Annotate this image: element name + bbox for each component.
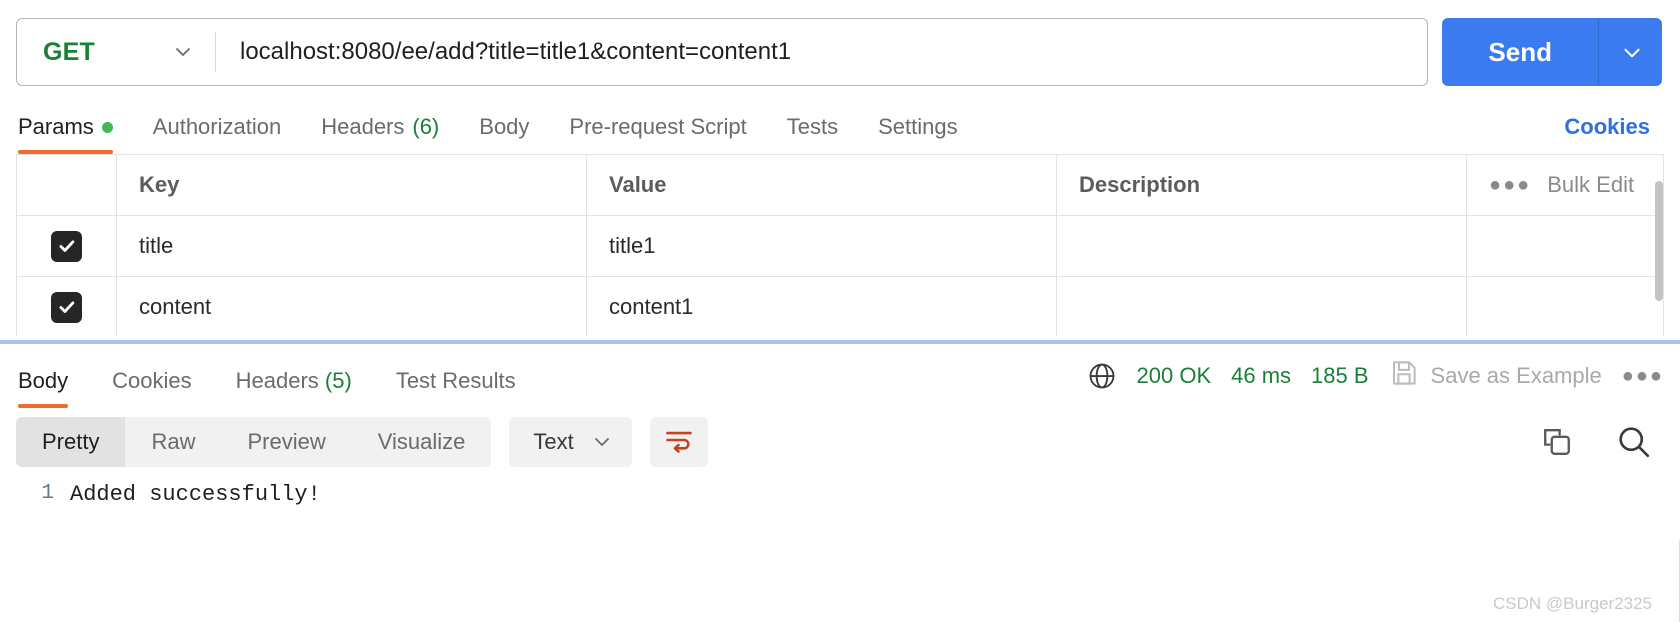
response-body-viewer: 1 Added successfully! — [0, 470, 1680, 507]
viewer-actions — [1540, 424, 1664, 460]
row-description-cell[interactable] — [1057, 216, 1467, 276]
response-format-selector[interactable]: Text — [509, 417, 632, 467]
tab-tests[interactable]: Tests — [767, 114, 858, 154]
cookies-link[interactable]: Cookies — [1564, 114, 1664, 154]
response-more-options-icon[interactable]: ●●● — [1622, 366, 1664, 386]
tab-headers[interactable]: Headers (6) — [301, 114, 459, 154]
params-table: Key Value Description ●●● Bulk Edit titl… — [16, 154, 1664, 336]
row-key-cell[interactable]: title — [117, 216, 587, 276]
tab-label: Test Results — [395, 368, 516, 393]
request-tabs: Params Authorization Headers (6) Body Pr… — [0, 92, 1680, 154]
column-header-description: Description — [1079, 172, 1201, 197]
response-time: 46 ms — [1231, 363, 1292, 388]
tab-label: Settings — [878, 114, 958, 139]
view-mode-visualize[interactable]: Visualize — [352, 417, 492, 467]
tab-label: Body — [479, 114, 530, 139]
save-as-example-button[interactable]: Save as Example — [1389, 358, 1602, 394]
tab-body[interactable]: Body — [459, 114, 549, 154]
http-method-selector[interactable]: GET — [17, 19, 215, 85]
row-value-value: content1 — [609, 294, 694, 319]
row-actions-cell — [1467, 277, 1663, 336]
response-body-text: Added successfully! — [70, 482, 321, 507]
view-mode-preview[interactable]: Preview — [221, 417, 351, 467]
tab-label: Params — [18, 114, 94, 139]
header-cell-checkbox — [17, 155, 117, 215]
chevron-down-icon — [173, 42, 193, 62]
row-value-cell[interactable]: content1 — [587, 277, 1057, 336]
params-table-scrollbar[interactable] — [1655, 181, 1663, 301]
request-url-bar: GET localhost:8080/ee/add?title=title1&c… — [0, 0, 1680, 92]
send-button[interactable]: Send — [1442, 18, 1598, 86]
url-input[interactable]: localhost:8080/ee/add?title=title1&conte… — [216, 38, 1427, 66]
tab-authorization[interactable]: Authorization — [133, 114, 301, 154]
row-key-value: content — [139, 294, 212, 319]
response-status-bar: 200 OK 46 ms 185 B Save as Example ●●● — [1087, 358, 1664, 408]
chevron-down-icon — [592, 432, 612, 452]
row-key-cell[interactable]: content — [117, 277, 587, 336]
column-header-key: Key — [139, 172, 180, 197]
copy-icon[interactable] — [1540, 425, 1574, 459]
word-wrap-toggle-button[interactable] — [649, 417, 708, 467]
tab-label: Body — [18, 368, 69, 393]
response-tab-body[interactable]: Body — [16, 368, 90, 408]
tab-label: Pre-request Script — [569, 114, 747, 139]
globe-icon[interactable] — [1087, 361, 1117, 391]
table-row: title title1 — [17, 216, 1663, 277]
search-icon[interactable] — [1616, 424, 1652, 460]
watermark: CSDN @Burger2325 — [1493, 594, 1652, 613]
tab-settings[interactable]: Settings — [858, 114, 978, 154]
tab-label: Authorization — [152, 114, 282, 139]
send-button-group: Send — [1442, 18, 1662, 86]
chevron-down-icon — [1621, 42, 1641, 62]
view-mode-pretty[interactable]: Pretty — [16, 417, 126, 467]
params-modified-dot-icon — [101, 121, 113, 133]
response-format-label: Text — [533, 429, 574, 454]
tab-params[interactable]: Params — [16, 114, 133, 154]
response-size: 185 B — [1311, 363, 1369, 388]
table-row: content content1 — [17, 277, 1663, 336]
row-actions-cell — [1467, 216, 1663, 276]
response-tabs: Body Cookies Headers (5) Test Results 20… — [0, 344, 1680, 408]
row-checkbox-cell — [17, 216, 117, 276]
tab-label: Headers — [321, 114, 405, 139]
row-enabled-checkbox[interactable] — [51, 291, 82, 323]
response-tab-cookies[interactable]: Cookies — [90, 368, 213, 408]
url-input-container: GET localhost:8080/ee/add?title=title1&c… — [16, 18, 1429, 86]
row-value-cell[interactable]: title1 — [587, 216, 1057, 276]
header-cell-value: Value — [587, 155, 1057, 215]
tab-label: Cookies — [112, 368, 192, 393]
column-header-value: Value — [609, 172, 667, 197]
more-options-icon[interactable]: ●●● — [1489, 175, 1531, 195]
view-mode-raw[interactable]: Raw — [125, 417, 221, 467]
response-viewer-toolbar: Pretty Raw Preview Visualize Text — [0, 408, 1680, 470]
header-cell-bulk-edit: ●●● Bulk Edit — [1467, 155, 1663, 215]
header-cell-key: Key — [117, 155, 587, 215]
word-wrap-icon — [664, 427, 694, 458]
response-tab-headers[interactable]: Headers (5) — [214, 368, 374, 408]
line-number: 1 — [41, 482, 54, 505]
row-value-value: title1 — [609, 233, 656, 258]
response-tab-test-results[interactable]: Test Results — [374, 368, 538, 408]
tab-label: Headers — [235, 368, 319, 393]
header-cell-description: Description — [1057, 155, 1467, 215]
tab-pre-request-script[interactable]: Pre-request Script — [549, 114, 766, 154]
row-enabled-checkbox[interactable] — [51, 230, 82, 262]
row-description-cell[interactable] — [1057, 277, 1467, 336]
http-method-label: GET — [43, 37, 95, 66]
tab-label: Tests — [786, 114, 839, 139]
tab-count: (5) — [324, 368, 352, 393]
save-icon — [1389, 358, 1419, 394]
send-options-button[interactable] — [1598, 18, 1662, 86]
bulk-edit-button[interactable]: Bulk Edit — [1547, 172, 1634, 198]
row-key-value: title — [139, 233, 174, 258]
view-mode-segmented-control: Pretty Raw Preview Visualize — [16, 417, 492, 467]
tab-count: (6) — [412, 114, 440, 139]
save-as-example-label: Save as Example — [1430, 363, 1602, 388]
row-checkbox-cell — [17, 277, 117, 336]
table-header-row: Key Value Description ●●● Bulk Edit — [17, 155, 1663, 216]
status-code: 200 OK — [1136, 363, 1212, 388]
